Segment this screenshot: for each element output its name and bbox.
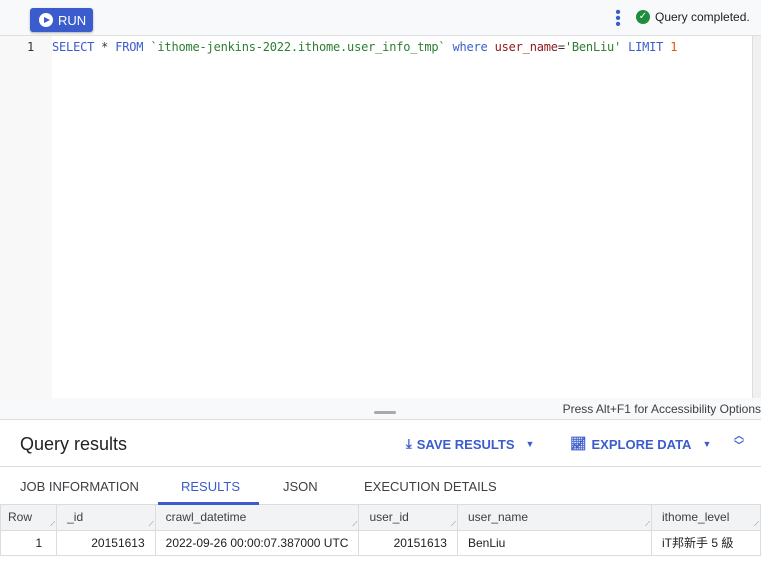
- editor-scrollbar[interactable]: [752, 36, 761, 398]
- code-token: user_name: [487, 40, 558, 54]
- dropdown-arrow-icon: ▼: [702, 439, 712, 449]
- expand-collapse-icon[interactable]: ︿ ﹀: [734, 432, 744, 452]
- column-header[interactable]: user_name: [456, 505, 653, 531]
- sql-editor[interactable]: 1 SELECT * FROM `ithome-jenkins-2022.ith…: [0, 36, 761, 398]
- table-row: 1 20151613 2022-09-26 00:00:07.387000 UT…: [0, 529, 761, 556]
- code-token: LIMIT: [621, 40, 671, 54]
- check-circle-icon: ✓: [636, 10, 650, 24]
- dropdown-arrow-icon: ▼: [525, 439, 535, 449]
- tab-job-information[interactable]: JOB INFORMATION: [20, 479, 139, 494]
- run-button[interactable]: RUN: [30, 8, 93, 32]
- results-title: Query results: [20, 434, 128, 454]
- code-token: where: [452, 40, 488, 54]
- table-cell: 20151613: [358, 529, 458, 556]
- resize-handle[interactable]: [374, 411, 396, 414]
- code-token: SELECT: [52, 40, 95, 54]
- chart-icon: 📈︎: [570, 436, 587, 451]
- table-cell: BenLiu: [456, 529, 653, 556]
- accessibility-bar: Press Alt+F1 for Accessibility Options: [0, 398, 761, 420]
- table-cell: 2022-09-26 00:00:07.387000 UTC: [154, 529, 360, 556]
- accessibility-hint: Press Alt+F1 for Accessibility Options: [562, 402, 761, 416]
- status-text: Query completed.: [655, 10, 750, 24]
- column-header[interactable]: ithome_level: [651, 505, 761, 531]
- code-token: FROM: [115, 40, 144, 54]
- code-token: `ithome-jenkins-2022.ithome.user_info_tm…: [143, 40, 453, 54]
- table-header-row: Row _id crawl_datetime user_id user_name…: [0, 505, 761, 531]
- save-results-label: SAVE RESULTS: [416, 436, 515, 452]
- tab-execution-details[interactable]: EXECUTION DETAILS: [364, 479, 497, 494]
- column-header[interactable]: Row: [0, 505, 58, 531]
- results-tabs: JOB INFORMATION RESULTS JSON EXECUTION D…: [0, 468, 761, 505]
- code-token: 'BenLiu': [564, 40, 622, 54]
- explore-data-label: EXPLORE DATA: [591, 436, 692, 452]
- column-header[interactable]: _id: [56, 505, 156, 531]
- more-options-icon[interactable]: • • •: [615, 5, 621, 33]
- table-cell: 1: [0, 529, 58, 556]
- line-number: 1: [27, 40, 35, 54]
- results-table: Row _id crawl_datetime user_id user_name…: [0, 505, 761, 556]
- table-cell: 20151613: [56, 529, 156, 556]
- run-label: RUN: [58, 12, 87, 28]
- save-results-button[interactable]: ⤓ SAVE RESULTS ▼: [406, 436, 534, 452]
- results-header: Query results ⤓ SAVE RESULTS ▼ 📈︎ EXPLORE D…: [0, 421, 761, 467]
- code-token: *: [94, 40, 116, 54]
- table-cell: iT邦新手 5 級: [651, 529, 761, 556]
- tab-json[interactable]: JSON: [283, 479, 318, 494]
- code-token: 1: [670, 40, 678, 54]
- column-header[interactable]: crawl_datetime: [154, 505, 360, 531]
- explore-data-button[interactable]: 📈︎ EXPLORE DATA ▼: [570, 436, 711, 452]
- tab-results[interactable]: RESULTS: [181, 479, 240, 494]
- download-icon: ⤓: [406, 436, 412, 451]
- query-status: ✓ Query completed.: [636, 10, 750, 24]
- sql-code[interactable]: SELECT * FROM `ithome-jenkins-2022.ithom…: [52, 40, 677, 54]
- play-icon: [39, 13, 53, 27]
- toolbar: RUN • • • ✓ Query completed.: [0, 0, 761, 36]
- column-header[interactable]: user_id: [358, 505, 458, 531]
- line-gutter: 1: [0, 36, 52, 398]
- code-token: =: [557, 40, 565, 54]
